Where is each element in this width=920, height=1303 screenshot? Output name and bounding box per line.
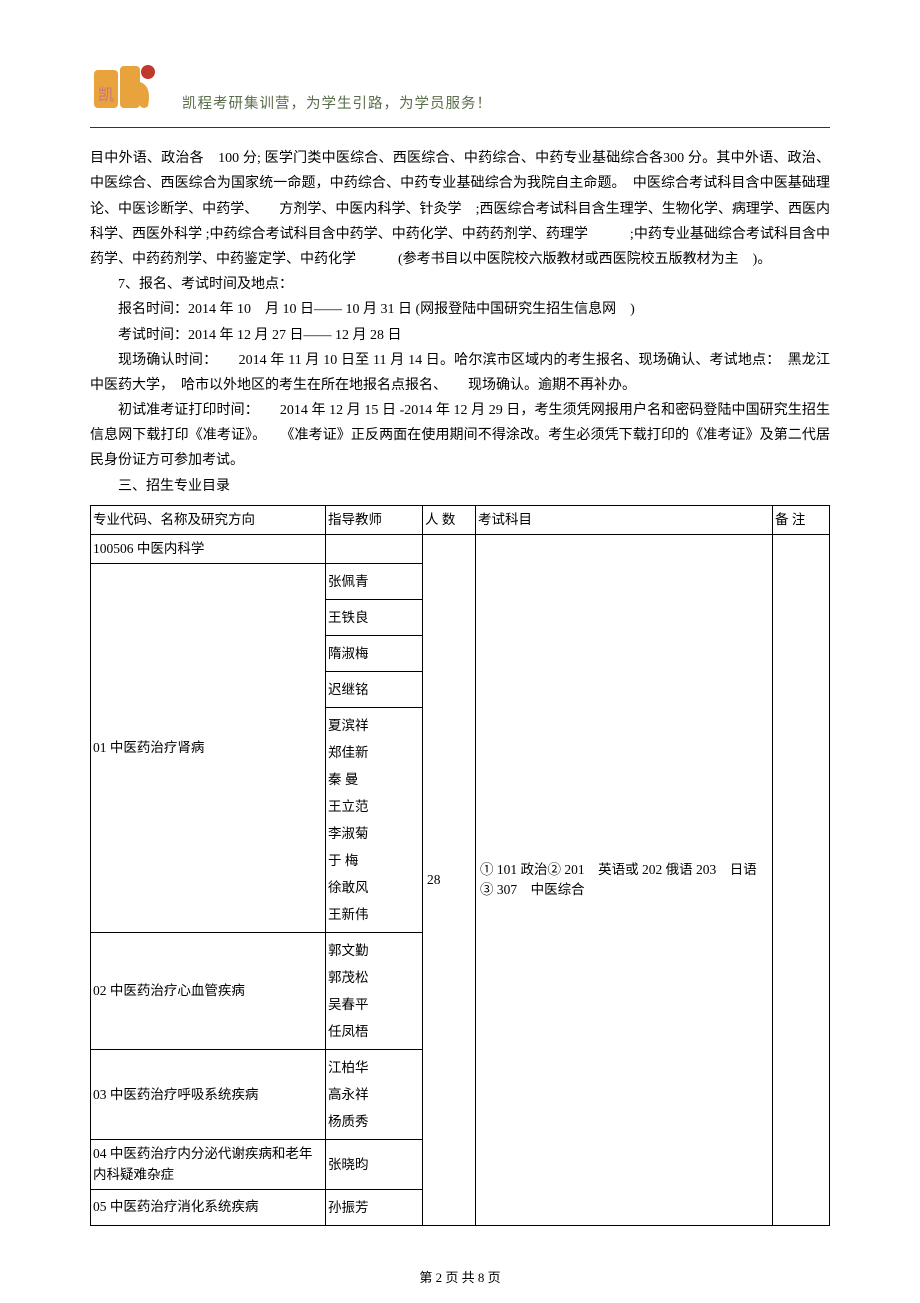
logo: 凯: [90, 60, 162, 123]
note-cell: [773, 535, 830, 1226]
teacher-cell: 郭文勤 郭茂松 吴春平 任凤梧: [326, 933, 423, 1050]
col-count: 人 数: [423, 505, 476, 534]
teacher-cell: 夏滨祥 郑佳新 秦 曼 王立范 李淑菊 于 梅 徐敢风 王新伟: [326, 708, 423, 933]
col-teacher: 指导教师: [326, 505, 423, 534]
dir04-cell: 04 中医药治疗内分泌代谢疾病和老年内科疑难杂症: [91, 1140, 326, 1190]
teacher-cell: [326, 535, 423, 564]
paragraph-7: 三、招生专业目录: [90, 474, 830, 499]
program-table: 专业代码、名称及研究方向 指导教师 人 数 考试科目 备 注 100506 中医…: [90, 505, 830, 1226]
dir01-cell: 01 中医药治疗肾病: [91, 564, 326, 933]
footer: 第 2 页 共 8 页: [90, 1266, 830, 1289]
paragraph-4: 考试时间：2014 年 12 月 27 日—— 12 月 28 日: [90, 323, 830, 348]
paragraph-3: 报名时间：2014 年 10 月 10 日—— 10 月 31 日 (网报登陆中…: [90, 297, 830, 322]
slogan: 凯程考研集训营，为学生引路，为学员服务！: [182, 91, 492, 123]
teacher-cell: 孙振芳: [326, 1189, 423, 1225]
paragraph-6: 初试准考证打印时间： 2014 年 12 月 15 日 -2014 年 12 月…: [90, 398, 830, 474]
major-cell: 100506 中医内科学: [91, 535, 326, 564]
col-note: 备 注: [773, 505, 830, 534]
subject-cell: ① 101 政治② 201 英语或 202 俄语 203 日语③ 307 中医综…: [476, 535, 773, 1226]
header: 凯 凯程考研集训营，为学生引路，为学员服务！: [90, 60, 830, 128]
dir03-cell: 03 中医药治疗呼吸系统疾病: [91, 1050, 326, 1140]
dir05-cell: 05 中医药治疗消化系统疾病: [91, 1189, 326, 1225]
paragraph-5: 现场确认时间： 2014 年 11 月 10 日至 11 月 14 日。哈尔滨市…: [90, 348, 830, 398]
table-row: 100506 中医内科学 28 ① 101 政治② 201 英语或 202 俄语…: [91, 535, 830, 564]
svg-text:凯: 凯: [98, 86, 114, 104]
dir02-cell: 02 中医药治疗心血管疾病: [91, 933, 326, 1050]
teacher-cell: 迟继铭: [326, 672, 423, 708]
teacher-cell: 江柏华 高永祥 杨质秀: [326, 1050, 423, 1140]
paragraph-1: 目中外语、政治各 100 分; 医学门类中医综合、西医综合、中药综合、中药专业基…: [90, 146, 830, 272]
teacher-cell: 张晓昀: [326, 1140, 423, 1190]
col-subject: 考试科目: [476, 505, 773, 534]
teacher-cell: 隋淑梅: [326, 636, 423, 672]
count-cell: 28: [423, 535, 476, 1226]
teacher-cell: 王铁良: [326, 600, 423, 636]
teacher-cell: 张佩青: [326, 564, 423, 600]
table-header-row: 专业代码、名称及研究方向 指导教师 人 数 考试科目 备 注: [91, 505, 830, 534]
paragraph-2: 7、报名、考试时间及地点：: [90, 272, 830, 297]
col-major: 专业代码、名称及研究方向: [91, 505, 326, 534]
content: 目中外语、政治各 100 分; 医学门类中医综合、西医综合、中药综合、中药专业基…: [90, 146, 830, 499]
page-number: 第 2 页 共 8 页: [419, 1270, 500, 1285]
